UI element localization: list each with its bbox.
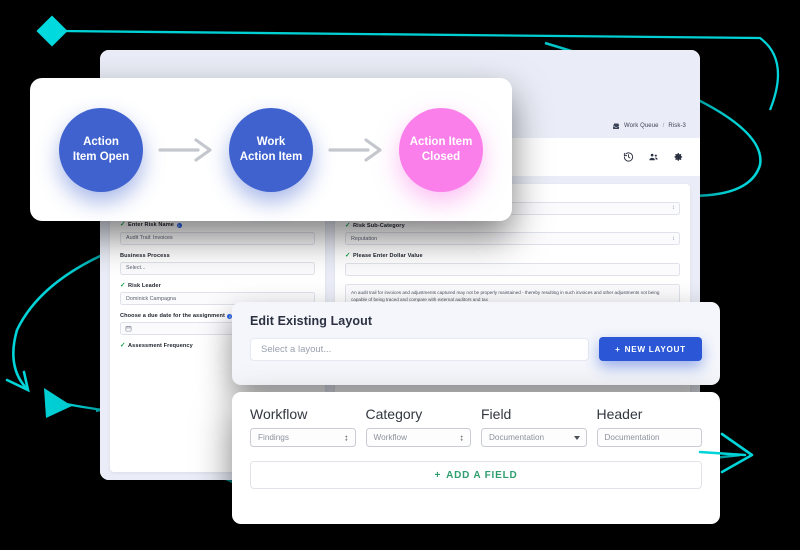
gear-icon[interactable] xyxy=(673,152,684,163)
column-header: Header xyxy=(596,406,643,422)
field-label-text: Choose a due date for the assignment xyxy=(120,313,225,319)
field-value: Dominick Campagna xyxy=(126,295,177,302)
layout-select-placeholder: Select a layout... xyxy=(261,343,332,355)
field-group-dollar-value: ✓ Please Enter Dollar Value xyxy=(345,252,680,276)
chevron-down-icon xyxy=(573,435,580,440)
field-label-text: Business Process xyxy=(120,252,170,259)
flow-node-work-action-item[interactable]: Work Action Item xyxy=(229,107,313,192)
field-value: Select... xyxy=(126,265,146,271)
field-value: Documentation xyxy=(604,433,660,442)
field-label: ✓ Enter Risk Name i xyxy=(120,221,315,229)
layout-fields-panel: Workflow Findings ↕ Category Workflow ↕ … xyxy=(232,392,720,524)
breadcrumb-parent[interactable]: Work Queue xyxy=(624,123,659,129)
arrow-right-icon xyxy=(328,137,382,162)
spinner-icon: ↕ xyxy=(344,432,349,442)
field-label: Business Process xyxy=(120,253,315,259)
check-icon: ✓ xyxy=(120,281,126,289)
plus-icon: + xyxy=(615,344,621,354)
breadcrumb-separator: / xyxy=(662,123,665,129)
column-header: Workflow xyxy=(250,406,308,422)
column-header: Category xyxy=(365,406,423,422)
field-value: Reputation xyxy=(351,235,378,242)
modal-title: Edit Existing Layout xyxy=(250,314,373,328)
field-label-text: Risk Sub-Category xyxy=(353,222,405,229)
field-value: Audit Trail: Invoices xyxy=(126,235,173,241)
flow-node-action-item-open[interactable]: Action Item Open xyxy=(59,107,143,192)
field-column-header: Header Documentation xyxy=(596,406,702,447)
field-group-business-process: Business Process Select... xyxy=(120,253,315,275)
new-layout-button[interactable]: + NEW LAYOUT xyxy=(599,337,702,361)
check-icon: ✓ xyxy=(345,252,351,259)
field-group-risk-sub-category: ✓ Risk Sub-Category Reputation xyxy=(345,221,680,245)
field-select[interactable]: Documentation xyxy=(481,428,587,447)
flow-node-label: Work Action Item xyxy=(239,136,303,163)
check-icon: ✓ xyxy=(120,342,126,349)
column-header: Field xyxy=(481,406,512,422)
field-column-workflow: Workflow Findings ↕ xyxy=(250,406,356,447)
field-value: Documentation xyxy=(489,433,545,442)
plus-icon: + xyxy=(434,469,442,481)
breadcrumb: Work Queue / Risk-3 xyxy=(612,122,686,130)
business-process-select[interactable]: Select... xyxy=(120,261,315,275)
spinner-icon: ↕ xyxy=(459,432,465,442)
field-column-category: Category Workflow ↕ xyxy=(365,406,471,447)
breadcrumb-current[interactable]: Risk-3 xyxy=(668,123,686,129)
field-label-text: Please Enter Dollar Value xyxy=(353,253,423,260)
field-value: Workflow xyxy=(373,433,408,442)
edit-layout-modal: Edit Existing Layout Select a layout... … xyxy=(232,302,720,385)
risk-name-input[interactable]: Audit Trail: Invoices xyxy=(120,231,315,245)
field-label: ✓ Risk Leader xyxy=(120,281,315,290)
risk-sub-category-select[interactable]: Reputation xyxy=(345,232,680,245)
field-label-text: Assessment Frequency xyxy=(128,343,193,350)
arrow-right-icon xyxy=(158,137,212,162)
layout-select-input[interactable]: Select a layout... xyxy=(250,337,589,361)
people-icon[interactable] xyxy=(648,152,659,163)
category-select[interactable]: Workflow ↕ xyxy=(365,428,471,447)
toolbar-icon-group xyxy=(623,152,684,163)
fields-grid: Workflow Findings ↕ Category Workflow ↕ … xyxy=(250,406,702,447)
field-label-text: Enter Risk Name xyxy=(128,222,175,229)
dollar-value-input[interactable] xyxy=(345,262,680,276)
workflow-select[interactable]: Findings ↕ xyxy=(250,428,356,447)
field-label: ✓ Risk Sub-Category xyxy=(345,221,680,230)
add-a-field-button[interactable]: + ADD A FIELD xyxy=(250,461,702,489)
field-label-text: Risk Leader xyxy=(128,282,161,289)
history-icon[interactable] xyxy=(623,152,634,163)
field-group-risk-name: ✓ Enter Risk Name i Audit Trail: Invoice… xyxy=(120,221,315,245)
cyan-diamond-shape xyxy=(36,15,68,47)
check-icon: ✓ xyxy=(345,221,351,229)
cyan-triangle-shape xyxy=(44,388,72,418)
info-icon[interactable]: i xyxy=(176,222,182,228)
inbox-icon xyxy=(613,123,620,129)
flow-node-label: Action Item Open xyxy=(72,136,130,163)
new-layout-label: NEW LAYOUT xyxy=(624,344,686,354)
field-label: ✓ Please Enter Dollar Value xyxy=(345,252,680,260)
header-text-input[interactable]: Documentation xyxy=(596,428,702,447)
check-icon: ✓ xyxy=(120,221,126,228)
cyan-arrow-head-down xyxy=(5,370,30,393)
field-value: Findings xyxy=(258,433,289,442)
flow-node-action-item-closed[interactable]: Action Item Closed xyxy=(399,107,483,192)
screenshot-stage: Work Queue / Risk-3 ✓ Enter Risk Name i … xyxy=(0,0,800,550)
calendar-icon xyxy=(125,325,132,332)
layout-select-row: Select a layout... + NEW LAYOUT xyxy=(250,337,702,361)
flow-node-label: Action Item Closed xyxy=(409,136,473,163)
field-column-field: Field Documentation xyxy=(481,406,587,447)
add-field-label: ADD A FIELD xyxy=(446,469,518,481)
workflow-status-card: Action Item Open Work Action Item Action I… xyxy=(30,78,512,221)
